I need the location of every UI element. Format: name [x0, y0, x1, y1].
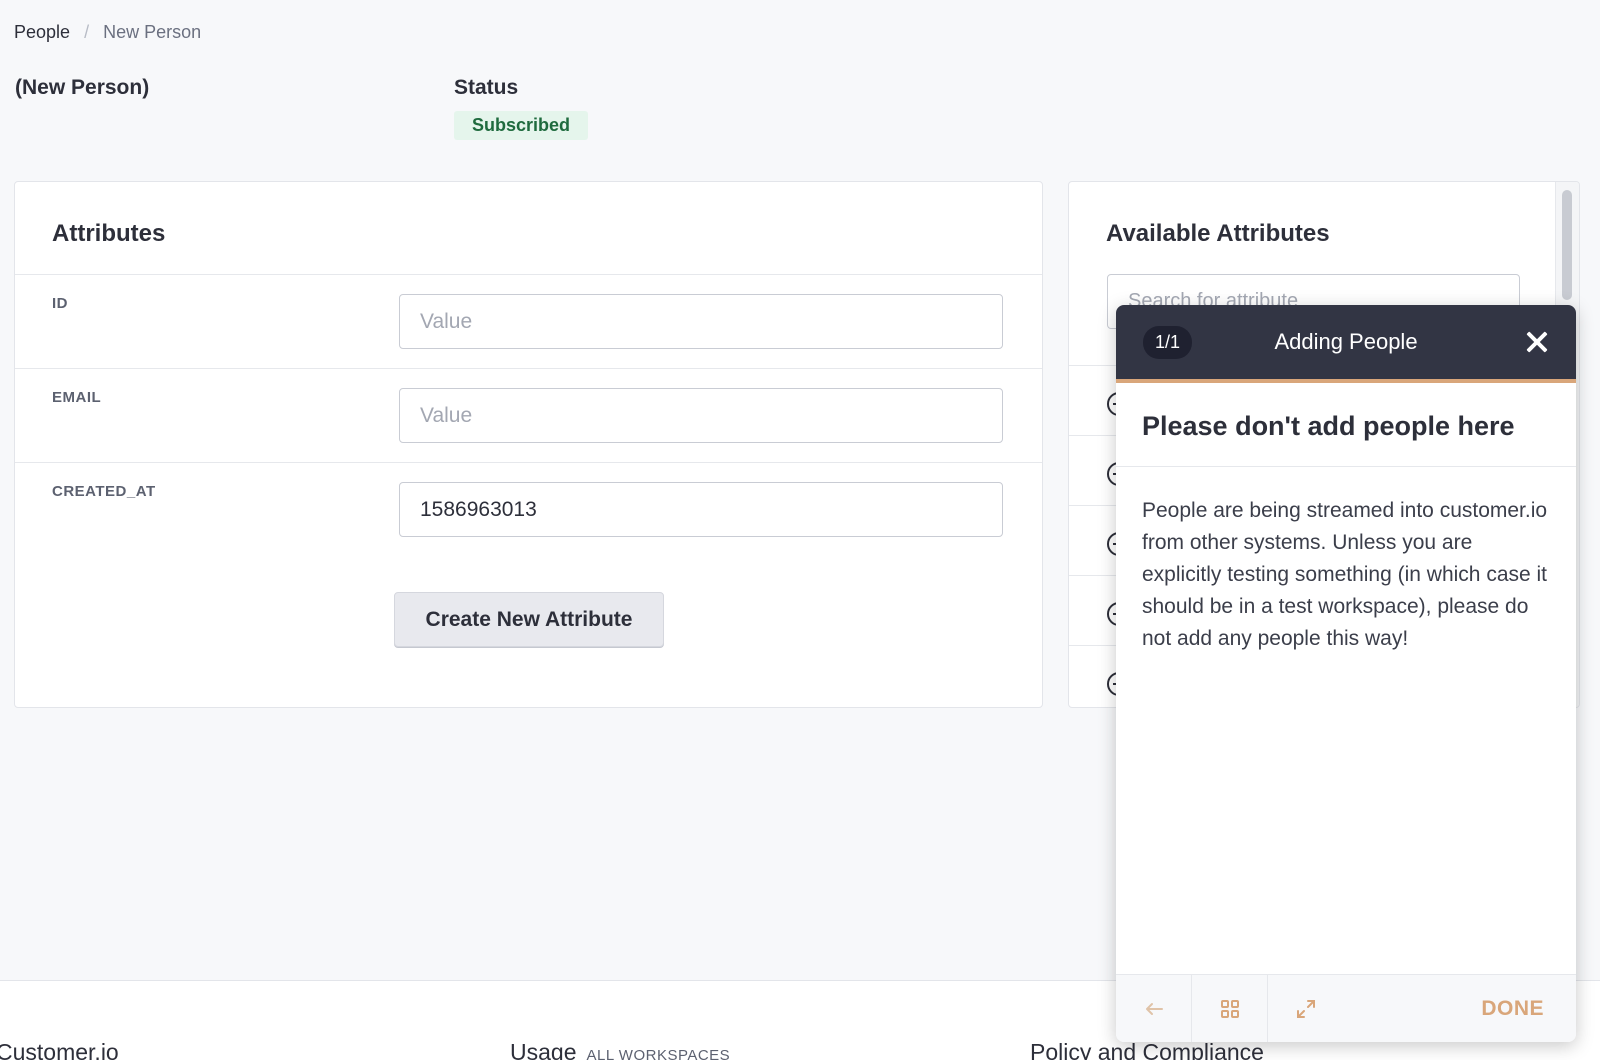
attribute-label: EMAIL	[52, 389, 102, 406]
breadcrumb-separator: /	[84, 22, 90, 42]
create-new-attribute-button[interactable]: Create New Attribute	[394, 592, 664, 647]
guide-popup: 1/1 Adding People Please don't add peopl…	[1116, 305, 1576, 1042]
attributes-card: Attributes ID EMAIL CREATED_AT Create Ne…	[14, 181, 1043, 708]
footer-heading-usage: Usage ALL WORKSPACES	[510, 1039, 730, 1060]
footer-heading-customerio: Customer.io	[0, 1039, 119, 1060]
page-title: (New Person)	[15, 76, 150, 99]
footer-usage-label: Usage	[510, 1039, 577, 1060]
back-button[interactable]	[1116, 975, 1192, 1042]
expand-button[interactable]	[1268, 975, 1344, 1042]
attribute-label: ID	[52, 295, 68, 312]
guide-header: 1/1 Adding People	[1116, 305, 1576, 383]
footer-usage-sub: ALL WORKSPACES	[586, 1047, 731, 1060]
guide-footer: DONE	[1116, 974, 1576, 1042]
id-input[interactable]	[399, 294, 1003, 349]
overview-button[interactable]	[1192, 975, 1268, 1042]
done-button[interactable]: DONE	[1481, 997, 1544, 1021]
guide-body: People are being streamed into customer.…	[1142, 499, 1548, 650]
guide-title: Adding People	[1274, 329, 1418, 354]
guide-heading: Please don't add people here	[1116, 383, 1576, 467]
expand-icon	[1297, 999, 1315, 1018]
status-badge: Subscribed	[454, 111, 589, 140]
attribute-row-id: ID	[15, 274, 1042, 368]
breadcrumb: People / New Person	[14, 22, 201, 43]
attribute-row-created-at: CREATED_AT	[15, 462, 1042, 556]
attribute-row-email: EMAIL	[15, 368, 1042, 462]
created-at-input[interactable]	[399, 482, 1003, 537]
arrow-left-icon	[1145, 1002, 1163, 1015]
attributes-title: Attributes	[52, 220, 166, 247]
grid-icon	[1220, 999, 1239, 1018]
breadcrumb-current: New Person	[103, 22, 202, 42]
email-input[interactable]	[399, 388, 1003, 443]
attribute-label: CREATED_AT	[52, 483, 156, 500]
footer-heading-policy: Policy and Compliance	[1030, 1039, 1264, 1060]
scrollbar-thumb[interactable]	[1562, 190, 1572, 300]
available-attributes-title: Available Attributes	[1106, 220, 1330, 247]
close-icon[interactable]	[1524, 329, 1550, 355]
breadcrumb-people-link[interactable]: People	[14, 22, 70, 43]
status-label: Status	[454, 76, 519, 99]
